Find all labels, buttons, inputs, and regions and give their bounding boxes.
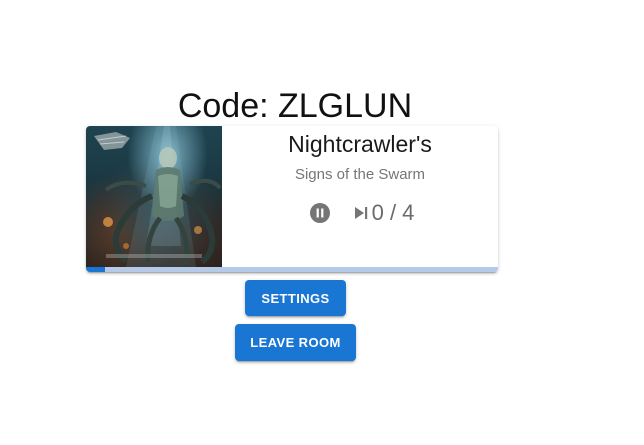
now-playing-card: Nightcrawler's Signs of the Swarm 0 / 4 [86, 126, 498, 272]
skip-next-icon[interactable] [350, 199, 372, 227]
room-code-heading: Code: ZLGLUN [177, 87, 413, 125]
playback-controls: 0 / 4 [222, 199, 498, 227]
album-cover-image [86, 126, 222, 267]
pause-circle-icon[interactable] [306, 199, 334, 227]
settings-button[interactable]: SETTINGS [245, 280, 346, 316]
track-artist: Signs of the Swarm [294, 166, 426, 183]
skip-vote-count: 0 / 4 [371, 200, 415, 225]
song-progress-bar [86, 267, 498, 272]
leave-room-button[interactable]: LEAVE ROOM [235, 324, 356, 361]
music-room-page: Code: ZLGLUN Nightcrawler's Signs of the… [0, 0, 644, 445]
track-info: Nightcrawler's Signs of the Swarm 0 / 4 [222, 126, 498, 267]
track-title: Nightcrawler's [288, 131, 432, 157]
song-progress-fill [86, 267, 105, 272]
skip-vote-group: 0 / 4 [350, 199, 415, 227]
